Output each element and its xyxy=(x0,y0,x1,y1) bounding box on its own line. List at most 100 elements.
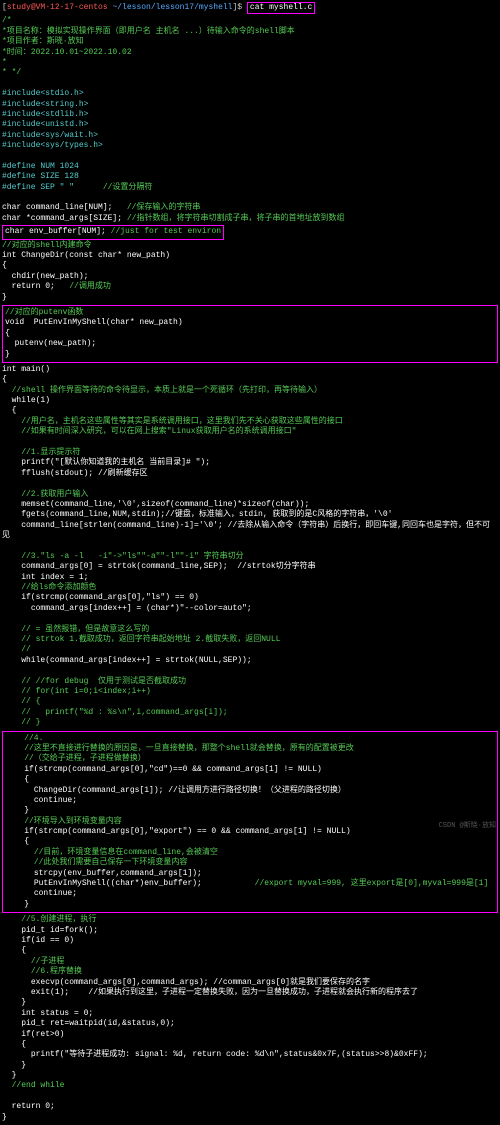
code: } xyxy=(2,293,7,302)
comment: //5.创建进程，执行 xyxy=(2,915,96,924)
watermark: CSDN @斯晓·放知 xyxy=(439,822,496,831)
comment: //end while xyxy=(2,1081,64,1090)
comment: //4. xyxy=(5,734,43,743)
command-highlight-box: cat myshell.c xyxy=(247,2,315,14)
comment: *项目名称：模拟实现操作界面（即用户名 主机名 ...）待输入命令的shell脚… xyxy=(2,27,295,36)
code: exit(1); //如果执行到这里，子进程一定替换失败，因为一旦替换成功，子进… xyxy=(2,988,418,997)
comment: //保存输入的字符串 xyxy=(127,203,201,212)
code: { xyxy=(2,946,26,955)
comment: //目前，环境变量信息在command_line,会被清空 xyxy=(5,848,218,857)
highlight-box-putenv: //对应的putenv函数 void PutEnvInMyShell(char*… xyxy=(2,305,498,363)
prompt-path: ~/lesson/lesson17/myshell xyxy=(112,3,232,12)
comment: //调用成功 xyxy=(69,282,111,291)
comment: // { xyxy=(2,697,40,706)
code: int status = 0; xyxy=(2,1009,93,1018)
highlight-box-section4: //4. //这里不直接进行替换的原因是，一旦直接替换，那整个shell就会替换… xyxy=(2,731,498,914)
define: #define SEP " " xyxy=(2,183,74,192)
code: pid_t ret=waitpid(id,&status,0); xyxy=(2,1019,175,1028)
code: return 0; xyxy=(2,1102,55,1111)
code: } xyxy=(2,1071,16,1080)
code: { xyxy=(5,329,10,338)
code: { xyxy=(2,1040,26,1049)
define: #define SIZE 128 xyxy=(2,172,79,181)
code: int index = 1; xyxy=(2,573,88,582)
code: if(strcmp(command_args[0],"ls") == 0) xyxy=(2,593,199,602)
comment: //6.程序替换 xyxy=(2,967,82,976)
code: } xyxy=(5,806,29,815)
code: printf("[默认你知道我的主机名 当前目录]# "); xyxy=(2,458,210,467)
code-output: //5.创建进程，执行 pid_t id=fork(); if(id == 0)… xyxy=(2,915,498,1123)
comment: * xyxy=(2,58,7,67)
code: pid_t id=fork(); xyxy=(2,926,98,935)
code: printf("等待子进程成功: signal: %d, return code… xyxy=(2,1050,428,1059)
comment: //设置分隔符 xyxy=(103,183,153,192)
shell-prompt: [study@VM-12-17-centos ~/lesson/lesson17… xyxy=(2,2,498,14)
code: command_args[0] = strtok(command_line,SE… xyxy=(2,562,316,571)
code: fflush(stdout); //刷新缓存区 xyxy=(2,469,148,478)
code: } xyxy=(2,1061,26,1070)
code: while(command_args[index++] = strtok(NUL… xyxy=(2,656,252,665)
include: #include<stdio.h> xyxy=(2,89,84,98)
code: chdir(new_path); xyxy=(2,272,88,281)
code: strcpy(env_buffer,command_args[1]); xyxy=(5,869,202,878)
code: PutEnvInMyShell((char*)env_buffer); xyxy=(5,879,202,888)
code: return 0; xyxy=(2,282,55,291)
include: #include<sys/wait.h> xyxy=(2,131,98,140)
comment: //如果有时间深入研究，可以在网上搜索"Linux获取用户名的系统调用接口" xyxy=(2,427,296,436)
comment: //export myval=999, 这里export是[0],myval=9… xyxy=(255,879,489,888)
comment: //环境导入到环境变量内容 xyxy=(5,817,122,826)
code: } xyxy=(2,998,26,1007)
comment: //这里不直接进行替换的原因是，一旦直接替换，那整个shell就会替换，原有的配… xyxy=(5,744,354,753)
comment: *时间：2022.10.01~2022.10.02 xyxy=(2,48,132,57)
comment: //2.获取用户输入 xyxy=(2,490,88,499)
code: ChangeDir(command_args[1]); //让调用方进行路径切换… xyxy=(5,786,346,795)
code: char env_buffer[NUM]; xyxy=(5,227,106,236)
include: #include<sys/types.h> xyxy=(2,141,103,150)
comment: // = 虽然报错，但是故意这么写的 xyxy=(2,625,149,634)
comment: //3."ls -a -l -i"->"ls""-a""-l""-i" 字符串切… xyxy=(2,552,244,561)
code: int main() xyxy=(2,365,50,374)
code: command_args[index++] = (char*)"--color=… xyxy=(2,604,252,613)
comment: //just for test environ xyxy=(111,227,221,236)
code: { xyxy=(2,261,7,270)
comment: // //for debug 仅用于测试是否截取成功 xyxy=(2,677,186,686)
comment: //1.显示提示符 xyxy=(2,448,80,457)
code: { xyxy=(2,406,16,415)
code: if(strcmp(command_args[0],"export") == 0… xyxy=(5,827,351,836)
include: #include<stdlib.h> xyxy=(2,110,88,119)
comment: *项目作者：斯晓·放知 xyxy=(2,37,84,46)
code: command_line[strlen(command_line)-1]='\0… xyxy=(2,521,490,540)
include: #include<unistd.h> xyxy=(2,120,88,129)
code-output: /* *项目名称：模拟实现操作界面（即用户名 主机名 ...）待输入命令的she… xyxy=(2,16,498,224)
comment: // strtok 1.截取成功，返回字符串起始地址 2.截取失败，返回NULL xyxy=(2,635,280,644)
code: char *command_args[SIZE]; xyxy=(2,214,122,223)
comment: //对应的putenv函数 xyxy=(5,308,83,317)
code: { xyxy=(5,837,29,846)
prompt-dollar: $ xyxy=(237,3,242,12)
comment: //shell 操作界面等待的命令待显示，本质上就是一个死循环（先打印，再等待输… xyxy=(2,386,322,395)
code: if(ret>0) xyxy=(2,1030,64,1039)
comment: // } xyxy=(2,718,40,727)
code: { xyxy=(5,775,29,784)
include: #include<string.h> xyxy=(2,100,88,109)
define: #define NUM 1024 xyxy=(2,162,79,171)
code: continue; xyxy=(5,889,77,898)
comment: /* xyxy=(2,16,12,25)
comment: // printf("%d : %s\n",i,command_args[i])… xyxy=(2,708,228,717)
code: putenv(new_path); xyxy=(5,339,96,348)
comment: //指针数组，将字符串切割成子串，将子串的首地址放到数组 xyxy=(127,214,345,223)
prompt-user: study@VM-12-17-centos xyxy=(7,3,108,12)
code: } xyxy=(2,1113,7,1122)
code: fgets(command_line,NUM,stdin);//键盘，标准输入，… xyxy=(2,510,392,519)
comment: //子进程 xyxy=(2,957,64,966)
code: } xyxy=(5,350,10,359)
comment: * */ xyxy=(2,68,21,77)
code: while(1) xyxy=(2,396,50,405)
comment: // xyxy=(2,645,31,654)
code-output: int main() { //shell 操作界面等待的命令待显示，本质上就是一… xyxy=(2,365,498,729)
code: if(id == 0) xyxy=(2,936,74,945)
code: memset(command_line,'\0',sizeof(command_… xyxy=(2,500,309,509)
comment: //给ls命令添加颜色 xyxy=(2,583,96,592)
comment: //对应的shell内建命令 xyxy=(2,241,92,250)
command-text: cat myshell.c xyxy=(250,3,312,12)
